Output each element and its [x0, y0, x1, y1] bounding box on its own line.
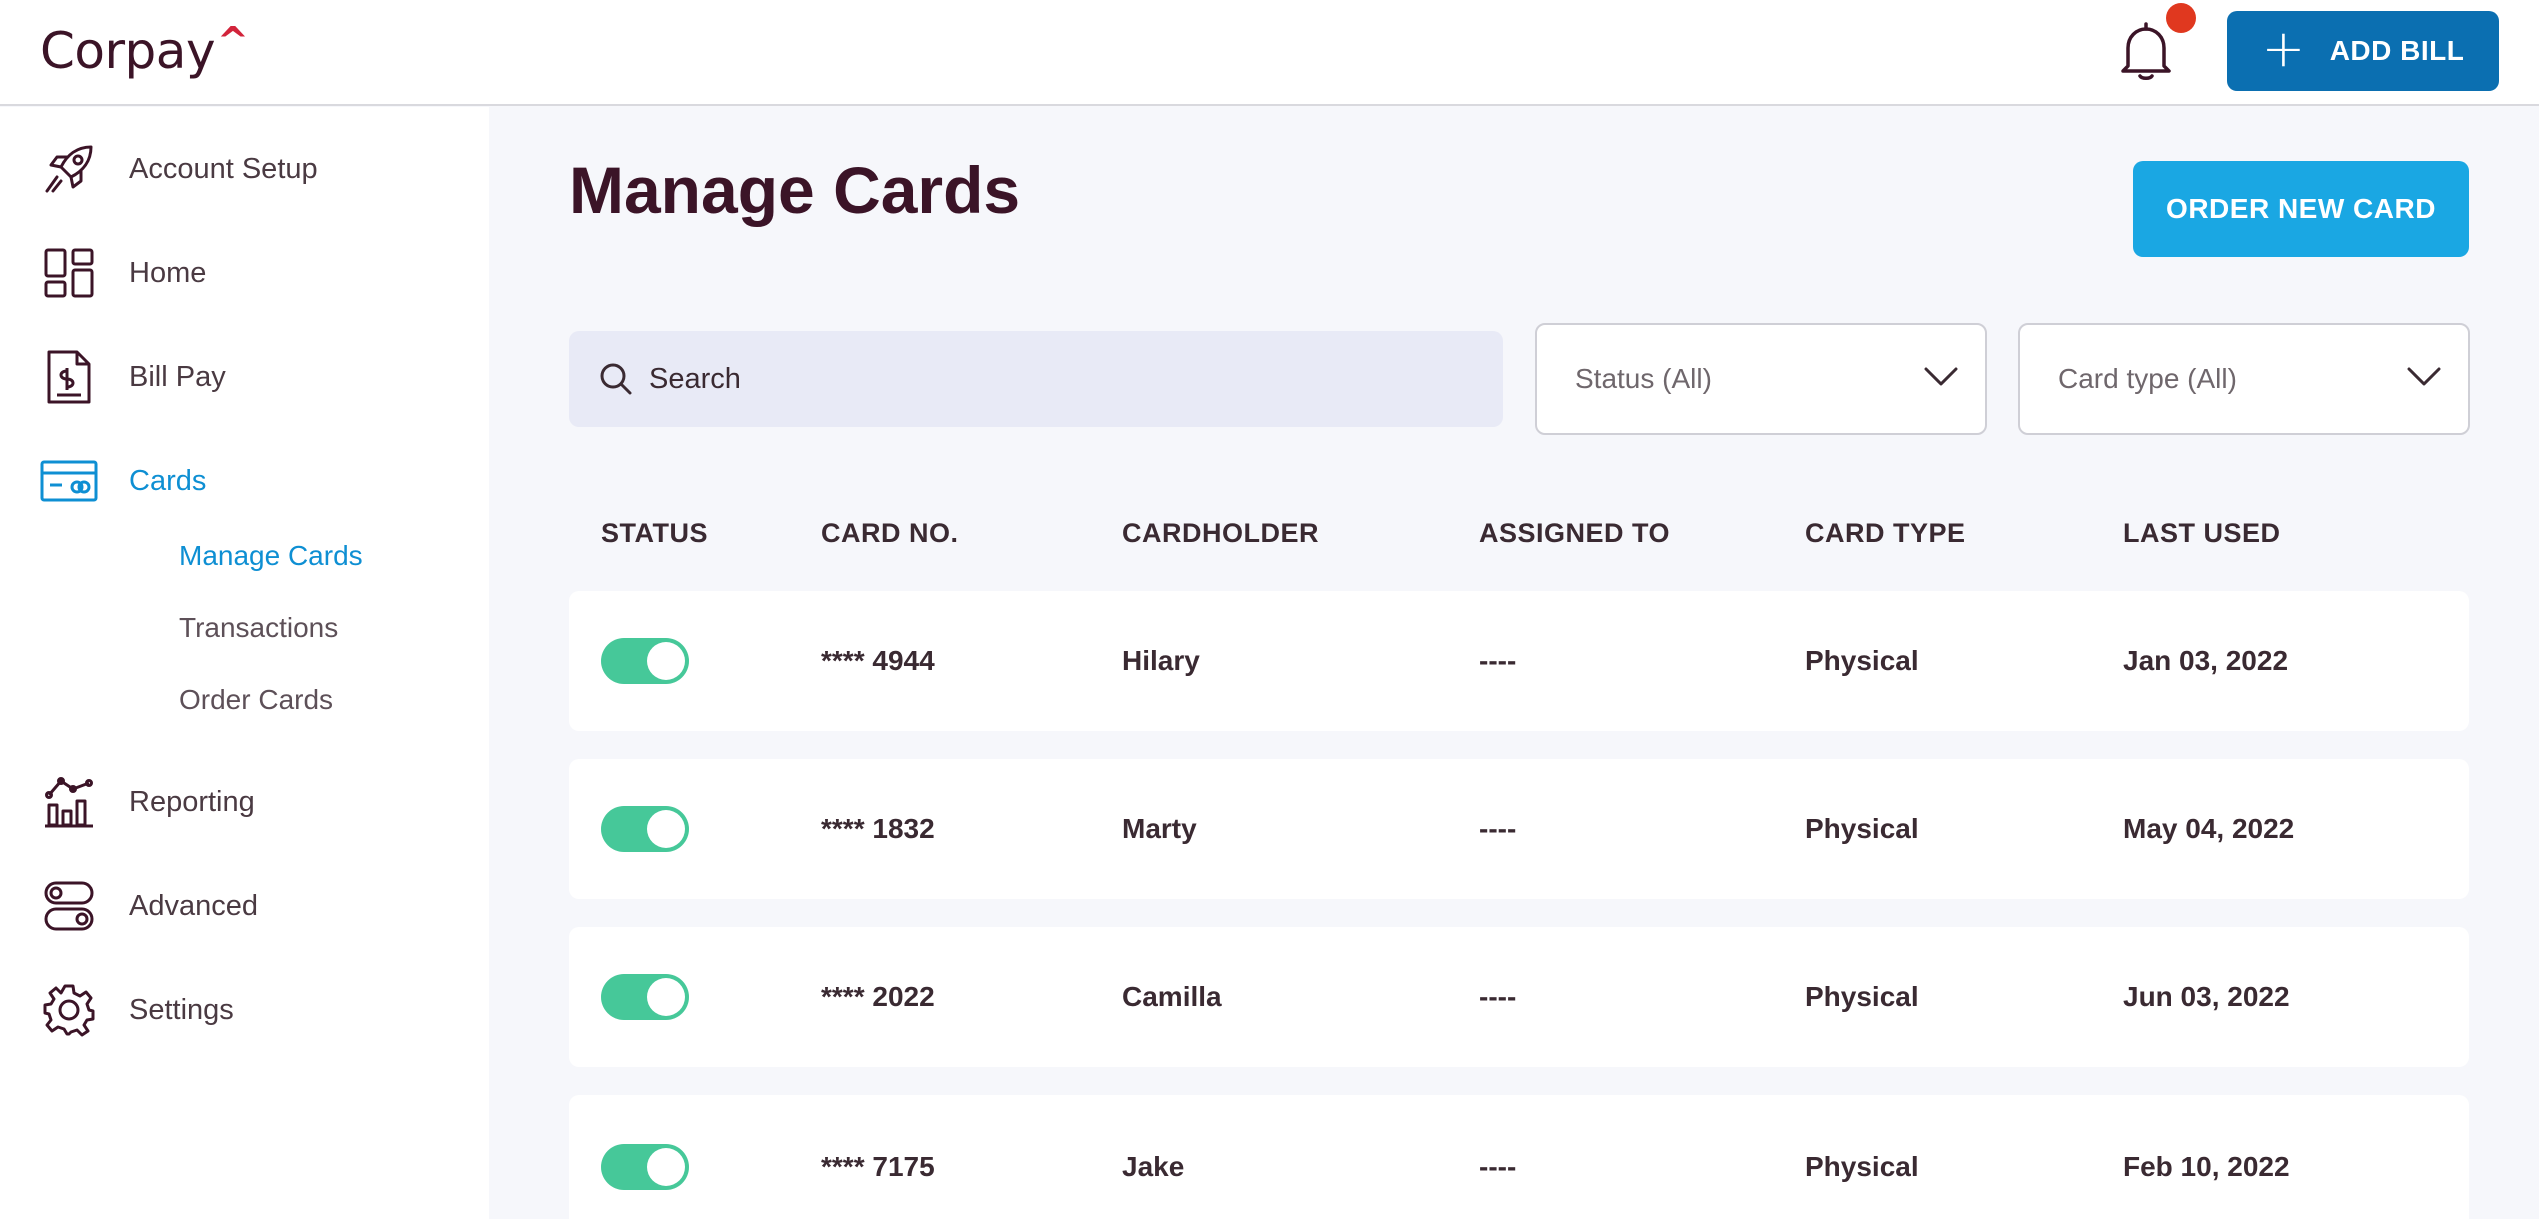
last-used-date: May 04, 2022	[2123, 813, 2295, 844]
search-box[interactable]	[569, 331, 1503, 427]
sidebar-item-label: Advanced	[129, 889, 258, 922]
last-used-date: Feb 10, 2022	[2123, 1151, 2290, 1182]
order-new-card-button[interactable]: ORDER NEW CARD	[2133, 161, 2469, 257]
table-row[interactable]: **** 1832 Marty ---- Physical May 04, 20…	[569, 759, 2469, 899]
page-title: Manage Cards	[569, 153, 1021, 227]
add-bill-label: ADD BILL	[2329, 35, 2465, 66]
last-used-date: Jun 03, 2022	[2123, 981, 2290, 1012]
sidebar-item-cards[interactable]: Cards	[0, 441, 489, 521]
dashboard-icon	[38, 242, 100, 304]
card-type: Physical	[1805, 981, 1919, 1012]
search-input[interactable]	[649, 331, 1469, 427]
sidebar-item-reporting[interactable]: Reporting	[0, 762, 489, 842]
table-row[interactable]: **** 7175 Jake ---- Physical Feb 10, 202…	[569, 1095, 2469, 1219]
cardholder-name: Jake	[1122, 1151, 1185, 1182]
sidebar-item-settings[interactable]: Settings	[0, 970, 489, 1050]
table-row[interactable]: **** 4944 Hilary ---- Physical Jan 03, 2…	[569, 591, 2469, 731]
chart-icon	[38, 771, 100, 833]
bell-icon[interactable]	[2118, 20, 2174, 82]
last-used-date: Jan 03, 2022	[2123, 645, 2289, 676]
sidebar: Account Setup Home Bill Pay Cards Manage…	[0, 107, 489, 1219]
toggles-icon	[38, 875, 100, 937]
column-header-last-used[interactable]: LAST USED	[2123, 518, 2281, 549]
column-header-status[interactable]: STATUS	[601, 518, 708, 549]
card-type: Physical	[1805, 813, 1919, 844]
cardholder-name: Hilary	[1122, 645, 1200, 676]
corpay-logo[interactable]: Corpay^	[40, 19, 249, 80]
search-icon	[600, 363, 632, 395]
logo-mark: ^	[217, 19, 249, 63]
toggle-knob	[647, 978, 685, 1016]
sidebar-subitem-order-cards[interactable]: Order Cards	[179, 684, 333, 716]
sidebar-item-label: Bill Pay	[129, 360, 226, 393]
logo-text: Corpay	[40, 22, 216, 80]
rocket-icon	[38, 138, 100, 200]
card-type-filter-value: Card type (All)	[2058, 363, 2237, 394]
credit-card-icon	[38, 450, 100, 512]
status-filter-value: Status (All)	[1575, 363, 1712, 394]
assigned-to: ----	[1479, 813, 1517, 844]
card-number: **** 2022	[821, 981, 935, 1012]
invoice-icon	[38, 346, 100, 408]
cardholder-name: Camilla	[1122, 981, 1222, 1012]
card-number: **** 4944	[821, 645, 935, 676]
top-bar: Corpay^ + ADD BILL	[0, 0, 2539, 106]
sidebar-item-bill-pay[interactable]: Bill Pay	[0, 337, 489, 417]
card-number: **** 7175	[821, 1151, 935, 1182]
column-header-cardholder[interactable]: CARDHOLDER	[1122, 518, 1319, 549]
sidebar-item-home[interactable]: Home	[0, 233, 489, 313]
sidebar-item-advanced[interactable]: Advanced	[0, 866, 489, 946]
sidebar-item-label: Settings	[129, 993, 234, 1026]
sidebar-subitem-manage-cards[interactable]: Manage Cards	[179, 540, 363, 572]
notification-badge	[2166, 3, 2196, 33]
card-type: Physical	[1805, 1151, 1919, 1182]
chevron-down-icon	[2407, 367, 2441, 386]
gear-icon	[38, 979, 100, 1041]
toggle-knob	[647, 642, 685, 680]
status-toggle[interactable]	[601, 806, 689, 852]
assigned-to: ----	[1479, 1151, 1517, 1182]
card-type-filter-dropdown[interactable]: Card type (All)	[2018, 323, 2470, 435]
column-header-card-no[interactable]: CARD NO.	[821, 518, 959, 549]
toggle-knob	[647, 1148, 685, 1186]
assigned-to: ----	[1479, 981, 1517, 1012]
plus-icon: +	[2261, 19, 2306, 79]
status-toggle[interactable]	[601, 1144, 689, 1190]
sidebar-item-label: Account Setup	[129, 152, 318, 185]
status-toggle[interactable]	[601, 974, 689, 1020]
chevron-down-icon	[1924, 367, 1958, 386]
sidebar-item-label: Cards	[129, 464, 207, 497]
column-header-card-type[interactable]: CARD TYPE	[1805, 518, 1966, 549]
table-row[interactable]: **** 2022 Camilla ---- Physical Jun 03, …	[569, 927, 2469, 1067]
sidebar-item-label: Home	[129, 256, 207, 289]
status-filter-dropdown[interactable]: Status (All)	[1535, 323, 1987, 435]
sidebar-subitem-transactions[interactable]: Transactions	[179, 612, 338, 644]
card-number: **** 1832	[821, 813, 935, 844]
column-header-assigned-to[interactable]: ASSIGNED TO	[1479, 518, 1670, 549]
cardholder-name: Marty	[1122, 813, 1197, 844]
sidebar-item-label: Reporting	[129, 785, 255, 818]
status-toggle[interactable]	[601, 638, 689, 684]
assigned-to: ----	[1479, 645, 1517, 676]
add-bill-button[interactable]: + ADD BILL	[2227, 11, 2499, 91]
card-type: Physical	[1805, 645, 1919, 676]
toggle-knob	[647, 810, 685, 848]
sidebar-item-account-setup[interactable]: Account Setup	[0, 129, 489, 209]
